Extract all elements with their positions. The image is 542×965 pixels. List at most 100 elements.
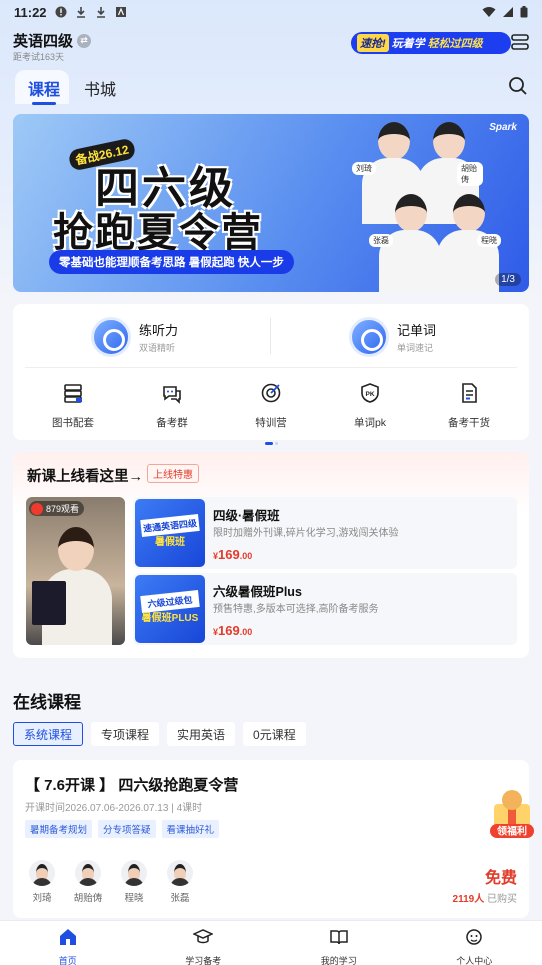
divider — [25, 367, 517, 368]
tab-courses[interactable]: 课程 — [28, 76, 60, 105]
switch-menu-icon[interactable] — [511, 34, 529, 50]
nav-profile[interactable]: 个人中心 — [407, 921, 542, 965]
launch-discount-badge: 上线特惠 — [147, 464, 199, 483]
grid-item-study-group[interactable]: 备考群 — [132, 382, 212, 430]
live-icon — [31, 502, 43, 515]
current-course: 英语四级 — [13, 33, 74, 50]
divider — [270, 318, 271, 354]
quick-actions-card: 练听力 双语精听 记单词 单词速记 图书配套 备考群 特训营 PK 单词pk 备… — [13, 304, 529, 445]
filter-system-courses[interactable]: 系统课程 — [13, 722, 84, 746]
course-tag: 看课抽好礼 — [161, 820, 220, 838]
brand-logo: Spark — [489, 122, 517, 133]
course-title: 六级暑假班Plus — [213, 585, 302, 599]
course-price: ¥169.00 — [213, 623, 253, 638]
exam-countdown: 距考试163天 — [13, 52, 65, 62]
gift-label: 领福利 — [497, 825, 527, 838]
app-a-icon — [115, 7, 126, 17]
system-icons — [482, 6, 528, 18]
course-tag: 暑期备考规划 — [25, 820, 93, 838]
course-description: 限时加赠外刊课,碎片化学习,游戏闯关体验 — [213, 528, 399, 539]
course-tags: 暑期备考规划 分专项答疑 看课抽好礼 — [25, 820, 220, 838]
chat-group-icon — [163, 386, 181, 404]
new-courses-card: 新课上线看这里→ 上线特惠 879观看 速通英语四级 暑假班 四级·暑假班 限时… — [13, 452, 529, 658]
filter-free-courses[interactable]: 0元课程 — [243, 722, 306, 746]
course-title: 四级·暑假班 — [213, 509, 280, 523]
quick-action-sub: 双语精听 — [139, 343, 176, 353]
flashcard-icon — [349, 317, 389, 357]
purchase-count: 2119人 已购买 — [452, 894, 517, 905]
grid-label: 图书配套 — [52, 417, 94, 429]
battery-icon — [520, 6, 528, 18]
promo-highlight: 轻松过四级 — [427, 38, 483, 50]
course-switcher[interactable]: 英语四级 ⇄ — [13, 30, 92, 51]
promo-banner-pill[interactable]: 速抢! 玩着学 轻松过四级 — [351, 32, 511, 54]
swap-icon: ⇄ — [77, 33, 92, 48]
quick-action-title: 记单词 — [397, 323, 437, 338]
download-icon — [96, 7, 105, 18]
graduation-cap-icon — [192, 929, 215, 944]
promo-carousel-banner[interactable]: 备战26.12 四六级 抢跑夏令营 零基础也能理顺备考思路 暑假起跑 快人一步 … — [13, 114, 529, 292]
notification-icons — [55, 6, 127, 18]
user-face-icon — [466, 929, 483, 945]
course-description: 预售特惠,多版本可选择,高阶备考服务 — [213, 604, 379, 615]
teacher-tag: 程晓 — [477, 234, 501, 247]
alert-icon — [55, 6, 67, 18]
teacher-tag: 胡贻俦 — [457, 162, 483, 186]
teacher-avatar: 程晓 — [119, 860, 149, 904]
grid-item-study-tips[interactable]: 备考干货 — [429, 382, 509, 430]
avatar — [167, 860, 193, 886]
grid-label: 备考群 — [156, 417, 188, 429]
course-card[interactable]: 【 7.6开课 】 四六级抢跑夏令营 开课时间2026.07.06-2026.0… — [13, 760, 529, 918]
course-item[interactable]: 六级过级包 暑假班PLUS 六级暑假班Plus 预售特惠,多版本可选择,高阶备考… — [133, 573, 517, 645]
status-bar: 11:22 — [0, 0, 542, 24]
course-thumbnail: 六级过级包 暑假班PLUS — [135, 575, 205, 643]
teacher-avatar: 张磊 — [165, 860, 195, 904]
grid-item-word-pk[interactable]: PK 单词pk — [330, 382, 410, 430]
quick-action-title: 练听力 — [139, 323, 179, 338]
headphones-icon — [91, 317, 131, 357]
target-icon — [261, 383, 281, 403]
nav-home[interactable]: 首页 — [0, 921, 136, 965]
grid-label: 备考干货 — [448, 417, 490, 429]
avatar — [75, 860, 101, 886]
course-tag: 分专项答疑 — [98, 820, 156, 838]
course-item[interactable]: 速通英语四级 暑假班 四级·暑假班 限时加赠外刊课,碎片化学习,游戏闯关体验 ¥… — [133, 497, 517, 569]
download-icon — [76, 7, 85, 18]
open-book-icon — [330, 930, 348, 945]
wifi-icon — [482, 7, 496, 17]
quick-action-vocabulary[interactable]: 记单词 单词速记 — [349, 314, 436, 360]
promo-text: 玩着学 — [391, 38, 425, 50]
filter-special-courses[interactable]: 专项课程 — [91, 722, 160, 746]
course-thumbnail: 速通英语四级 暑假班 — [135, 499, 205, 567]
teacher-tag: 刘琦 — [352, 162, 376, 175]
home-icon — [59, 929, 76, 945]
grid-item-book-companion[interactable]: 图书配套 — [33, 382, 113, 430]
live-viewer-count: 879观看 — [29, 501, 85, 516]
pk-shield-icon: PK — [361, 383, 379, 403]
banner-subtitle: 零基础也能理顺备考思路 暑假起跑 快人一步 — [49, 250, 294, 274]
online-courses-title: 在线课程 — [13, 693, 81, 712]
document-icon — [462, 383, 477, 403]
course-filter-chips: 系统课程 专项课程 实用英语 0元课程 — [13, 722, 306, 746]
course-schedule: 开课时间2026.07.06-2026.07.13 | 4课时 — [25, 803, 203, 814]
grid-item-training-camp[interactable]: 特训营 — [231, 382, 311, 430]
teacher-avatar: 刘琦 — [27, 860, 57, 904]
status-time: 11:22 — [14, 4, 47, 20]
book-stack-icon — [64, 384, 82, 403]
course-teachers: 刘琦 胡贻俦 程晓 张磊 — [27, 860, 195, 904]
new-courses-title[interactable]: 新课上线看这里→ — [27, 465, 143, 486]
filter-practical-english[interactable]: 实用英语 — [167, 722, 236, 746]
app-header: 英语四级 ⇄ 距考试163天 速抢! 玩着学 轻松过四级 — [13, 28, 529, 64]
teacher-tag: 张磊 — [369, 234, 393, 247]
grid-label: 单词pk — [353, 417, 387, 429]
live-stream-thumbnail[interactable]: 879观看 — [26, 497, 125, 645]
search-icon[interactable] — [508, 76, 528, 96]
teacher-avatar: 胡贻俦 — [73, 860, 103, 904]
tab-bookstore[interactable]: 书城 — [84, 76, 116, 100]
nav-my-learning[interactable]: 我的学习 — [271, 921, 407, 965]
nav-study-prep[interactable]: 学习备考 — [136, 921, 272, 965]
gift-icon[interactable]: 领福利 — [486, 786, 538, 842]
quick-action-listening[interactable]: 练听力 双语精听 — [91, 314, 178, 360]
carousel-counter: 1/3 — [495, 273, 521, 286]
svg-text:PK: PK — [366, 391, 375, 398]
